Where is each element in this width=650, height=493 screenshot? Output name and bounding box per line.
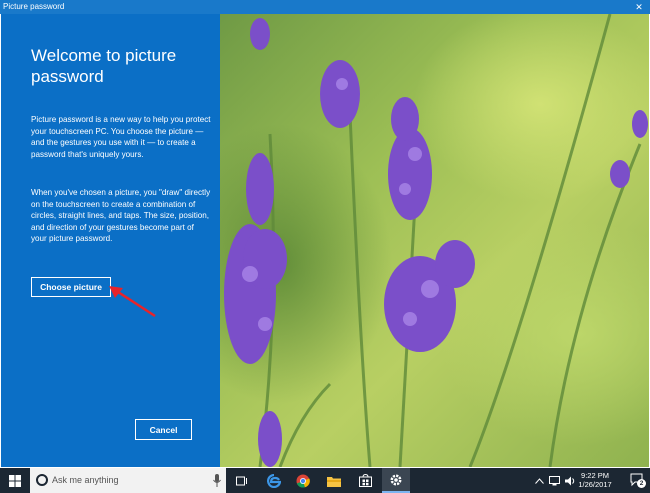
action-center-icon[interactable]: 2 (630, 473, 646, 488)
file-explorer-icon[interactable] (322, 468, 346, 493)
intro-paragraph: Picture password is a new way to help yo… (31, 115, 211, 159)
lavender-flowers-image (224, 14, 648, 467)
page-title: Welcome to picture password (31, 46, 177, 86)
chrome-icon[interactable] (291, 468, 315, 493)
clock-date: 1/26/2017 (578, 480, 612, 489)
chevron-up-icon[interactable] (533, 468, 545, 493)
cancel-button[interactable]: Cancel (135, 419, 192, 440)
clock[interactable]: 9:22 PM 1/26/2017 (570, 471, 620, 489)
network-icon[interactable] (547, 468, 561, 493)
microphone-icon[interactable] (213, 474, 221, 487)
choose-picture-button[interactable]: Choose picture (31, 277, 111, 297)
notification-count: 2 (637, 479, 646, 488)
settings-icon[interactable] (382, 468, 410, 493)
taskbar: Ask me anything 9:22 PM 1/26/2017 2 (0, 468, 650, 493)
edge-icon[interactable] (262, 468, 286, 493)
windows-start-icon[interactable] (0, 468, 30, 493)
store-icon[interactable] (353, 468, 377, 493)
cortana-icon (36, 474, 48, 486)
annotation-arrow-icon (109, 286, 156, 318)
task-view-icon[interactable] (230, 468, 254, 493)
search-placeholder: Ask me anything (52, 475, 119, 485)
picture-preview (220, 14, 649, 467)
window-titlebar: Picture password ✕ (0, 0, 650, 14)
clock-time: 9:22 PM (581, 471, 609, 480)
search-box[interactable]: Ask me anything (30, 468, 226, 493)
close-icon[interactable]: ✕ (634, 0, 644, 14)
window-title: Picture password (3, 2, 65, 11)
instructions-panel: Welcome to picture password Picture pass… (1, 14, 220, 467)
gesture-paragraph: When you've chosen a picture, you "draw"… (31, 188, 211, 244)
